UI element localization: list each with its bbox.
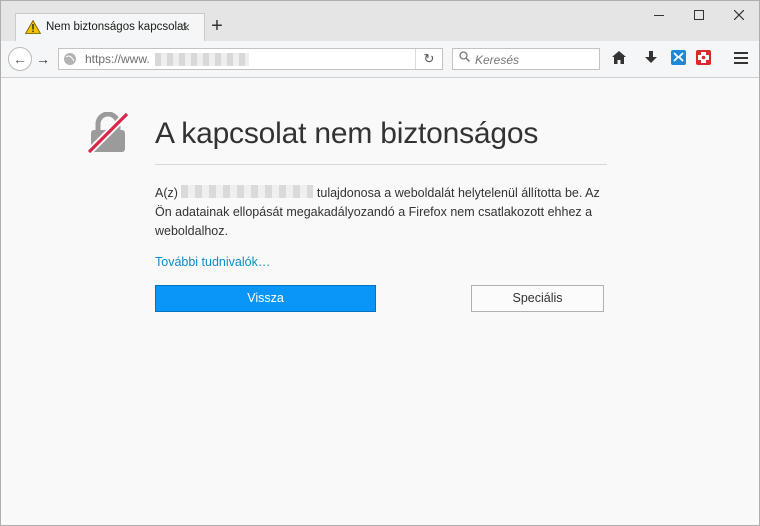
url-bar[interactable]: https://www. ↻ [58, 48, 443, 70]
back-forward-group: ← → [8, 47, 56, 71]
advanced-button[interactable]: Speciális [471, 285, 604, 312]
globe-icon [64, 53, 76, 65]
reload-icon: ↻ [423, 51, 435, 66]
maximize-icon [694, 10, 704, 20]
extension-button-blue[interactable] [669, 50, 687, 68]
close-window-button[interactable] [725, 5, 753, 25]
new-tab-button[interactable]: + [208, 16, 226, 36]
broken-lock-icon [87, 112, 129, 154]
redacted-domain [155, 53, 249, 66]
extension-blue-icon [670, 50, 686, 65]
warning-icon [25, 20, 41, 34]
reload-button[interactable]: ↻ [415, 49, 442, 69]
menu-button[interactable] [732, 50, 750, 68]
error-page: A kapcsolat nem biztonságos A(z) tulajdo… [1, 78, 759, 525]
back-arrow-icon: ← [13, 51, 27, 67]
search-input[interactable] [473, 51, 599, 69]
tab-close-icon[interactable]: × [182, 19, 190, 35]
extension-button-red[interactable] [694, 50, 712, 68]
home-button[interactable] [610, 50, 628, 68]
downloads-button[interactable] [642, 50, 660, 68]
error-description: A(z) tulajdonosa a weboldalát helytelenü… [155, 184, 615, 241]
page-title: A kapcsolat nem biztonságos [155, 117, 539, 150]
search-icon [459, 51, 471, 65]
description-prefix: A(z) [155, 186, 178, 200]
forward-button[interactable]: → [34, 49, 52, 69]
go-back-button[interactable]: Vissza [155, 285, 376, 312]
tab-title: Nem biztonságos kapcsolat [46, 21, 187, 33]
url-text: https://www. [85, 52, 150, 66]
minimize-button[interactable] [645, 5, 673, 25]
title-divider [155, 164, 607, 165]
extension-red-icon [695, 50, 711, 65]
tab-strip: Nem biztonságos kapcsolat × + [1, 1, 759, 41]
back-button[interactable]: ← [8, 47, 32, 71]
browser-window: Nem biztonságos kapcsolat × + ← → https:… [0, 0, 760, 526]
navigation-bar: ← → https://www. ↻ [1, 41, 759, 78]
search-box[interactable] [452, 48, 600, 70]
home-icon [612, 51, 626, 64]
redacted-site-name [181, 185, 314, 198]
hamburger-menu-icon [734, 52, 748, 64]
minimize-icon [654, 15, 664, 16]
active-tab[interactable]: Nem biztonságos kapcsolat × [15, 13, 205, 41]
forward-arrow-icon: → [36, 51, 50, 67]
maximize-button[interactable] [685, 5, 713, 25]
download-icon [645, 51, 657, 63]
close-icon [733, 9, 745, 21]
learn-more-link[interactable]: További tudnivalók… [155, 255, 270, 269]
